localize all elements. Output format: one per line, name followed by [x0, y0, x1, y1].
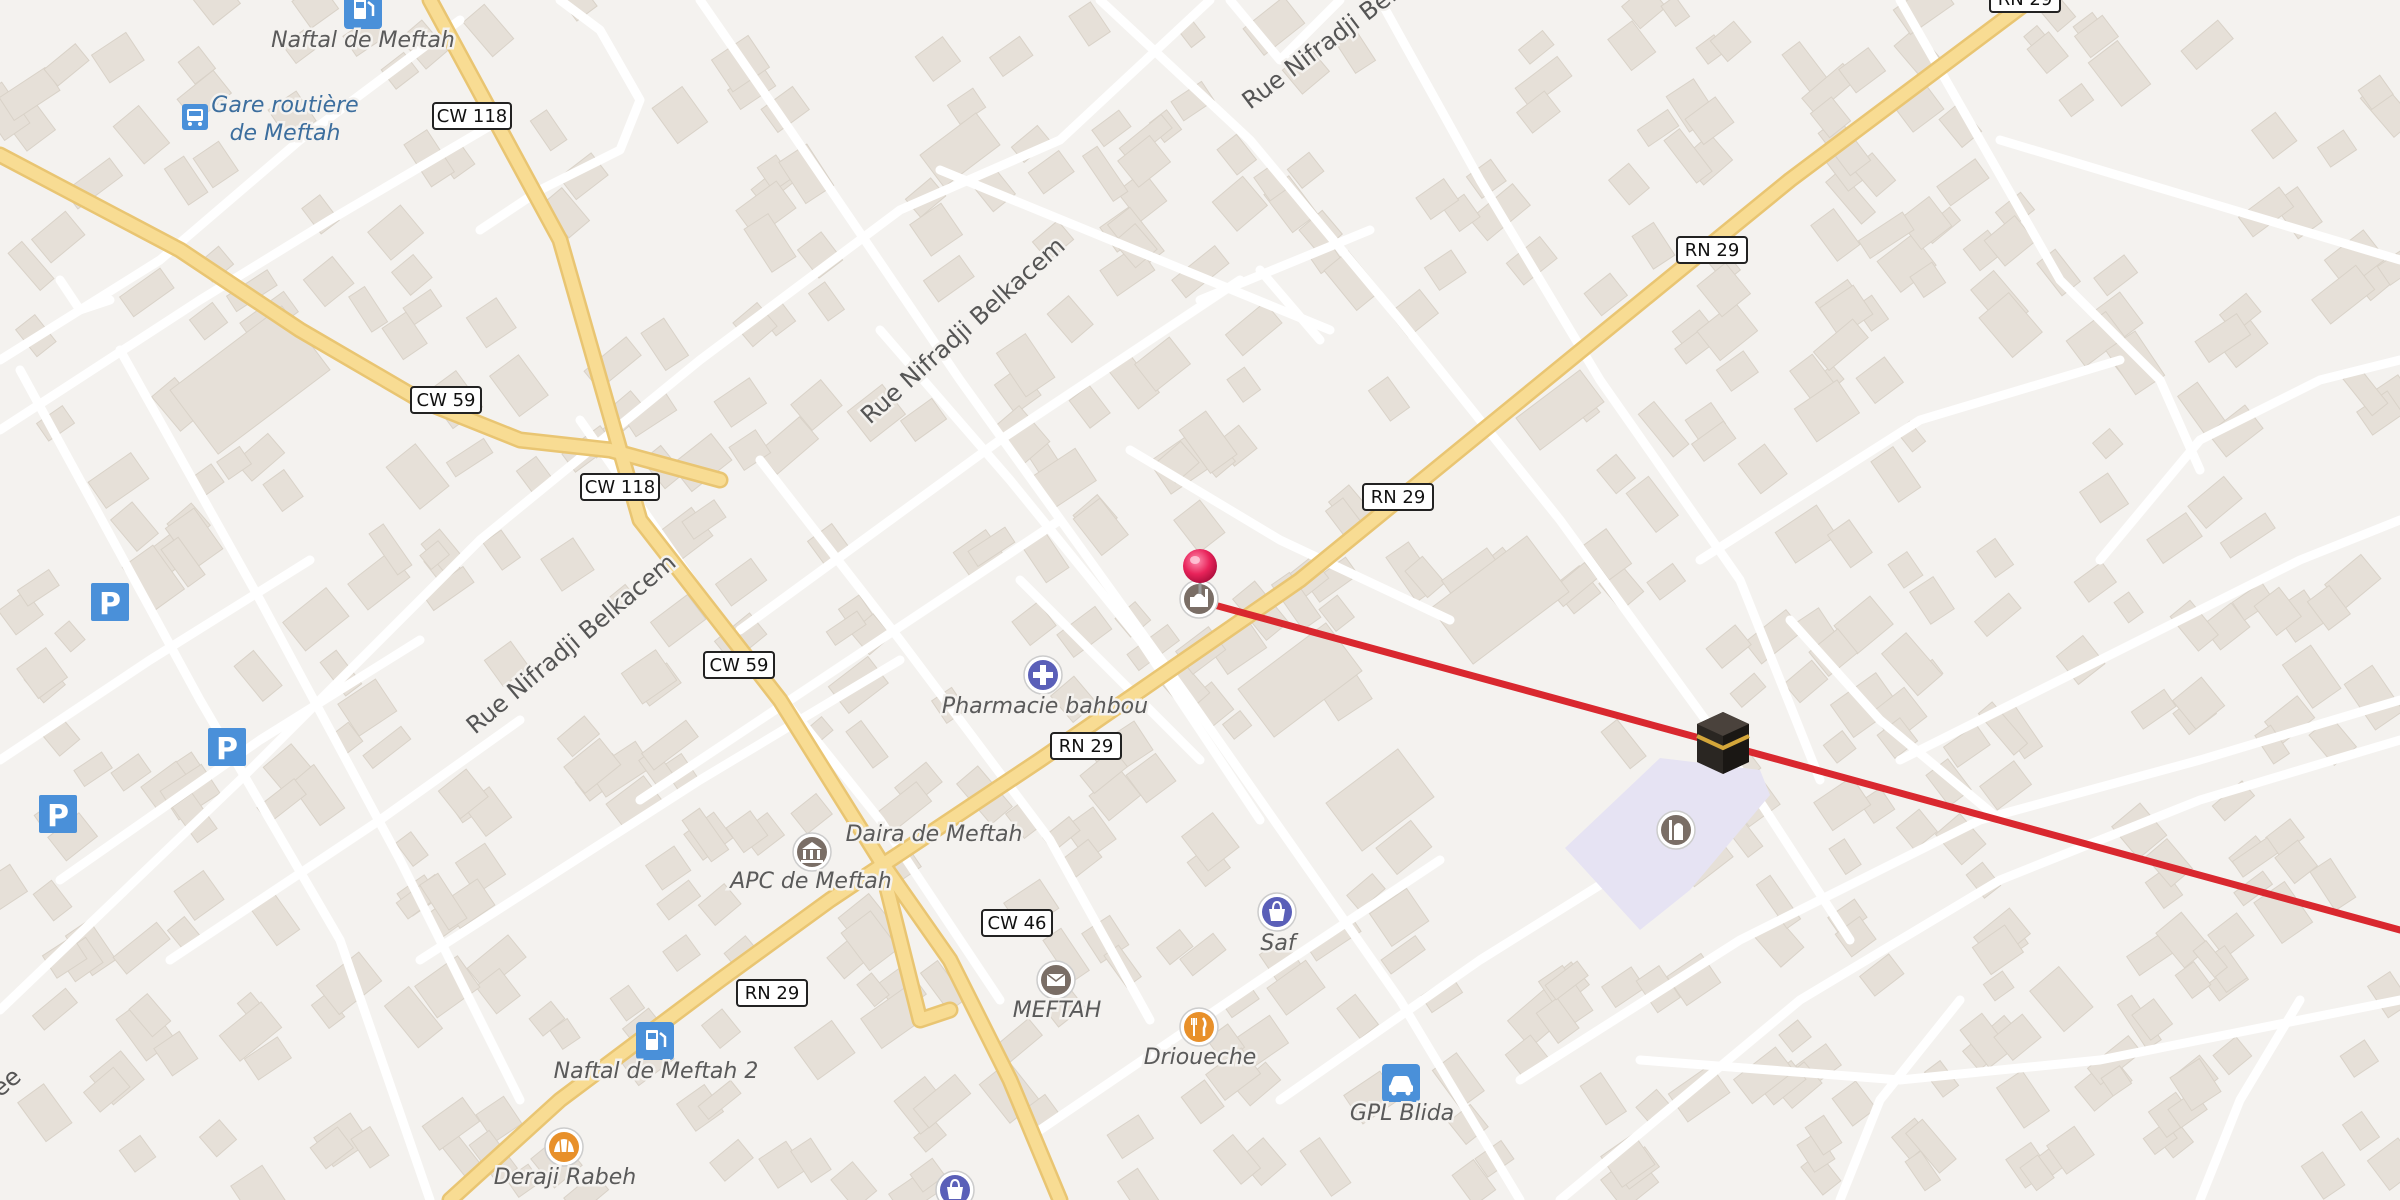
car-icon	[1382, 1064, 1420, 1102]
svg-text:RN 29: RN 29	[1685, 240, 1740, 261]
svg-text:CW 118: CW 118	[437, 106, 507, 127]
svg-text:Pharmacie bahbou: Pharmacie bahbou	[942, 694, 1148, 719]
road-shield-cw118-b: CW 118	[580, 473, 660, 501]
road-shield-rn29-top: RN 29	[1989, 0, 2061, 13]
road-shield-rn29-c: RN 29	[1050, 732, 1122, 760]
svg-text:Daira de Meftah: Daira de Meftah	[846, 822, 1023, 847]
parking-icon[interactable]: P	[91, 583, 129, 622]
mail-icon	[1036, 960, 1076, 1000]
svg-text:MEFTAH: MEFTAH	[1013, 998, 1102, 1023]
svg-text:de Meftah: de Meftah	[230, 121, 341, 146]
mosque-icon[interactable]	[1656, 810, 1696, 850]
road-shield-rn29-a: RN 29	[1676, 236, 1748, 264]
fuel-pump-icon	[344, 0, 382, 29]
svg-text:RN 29: RN 29	[745, 983, 800, 1004]
kaaba-icon[interactable]	[1696, 712, 1750, 774]
parking-icon[interactable]: P	[39, 795, 77, 834]
road-shield-rn29-b: RN 29	[1362, 483, 1434, 511]
road-shield-rn29-d: RN 29	[736, 979, 808, 1007]
road-shield-cw46: CW 46	[981, 909, 1053, 937]
svg-text:CW 118: CW 118	[585, 477, 655, 498]
svg-text:Drioueche: Drioueche	[1144, 1045, 1257, 1070]
road-shield-cw118-a: CW 118	[432, 102, 512, 130]
bakery-icon	[544, 1127, 584, 1167]
restaurant-icon	[1179, 1007, 1219, 1047]
bus-icon	[182, 104, 208, 130]
road-shield-cw59-b: CW 59	[703, 651, 775, 679]
svg-text:CW 59: CW 59	[710, 655, 769, 676]
svg-text:RN 29: RN 29	[1059, 736, 1114, 757]
shopping-bag-icon	[1257, 892, 1297, 932]
svg-text:Deraji Rabeh: Deraji Rabeh	[494, 1165, 636, 1190]
svg-text:Naftal de Meftah 2: Naftal de Meftah 2	[554, 1059, 759, 1084]
svg-text:RN 29: RN 29	[1998, 0, 2053, 10]
parking-icon[interactable]: P	[208, 728, 246, 767]
svg-text:Saf: Saf	[1260, 931, 1298, 956]
poi-daira-meftah[interactable]: Daira de Meftah	[843, 820, 1025, 850]
svg-text:RN 29: RN 29	[1371, 487, 1426, 508]
svg-text:CW 46: CW 46	[988, 913, 1047, 934]
map-canvas[interactable]: Rue Nifradji Belkacem Rue Nifradji Belka…	[0, 0, 2400, 1200]
svg-text:Naftal de Meftah: Naftal de Meftah	[271, 28, 455, 53]
svg-text:GPL Blida: GPL Blida	[1350, 1101, 1454, 1126]
townhall-icon	[792, 832, 832, 872]
svg-text:Gare routière: Gare routière	[211, 93, 358, 118]
fuel-pump-icon	[636, 1022, 674, 1060]
svg-text:P: P	[47, 799, 69, 834]
svg-text:P: P	[216, 732, 238, 767]
svg-text:APC de Meftah: APC de Meftah	[728, 869, 891, 894]
svg-text:CW 59: CW 59	[417, 390, 476, 411]
road-shield-cw59-a: CW 59	[410, 386, 482, 414]
pharmacy-icon	[1023, 655, 1063, 695]
svg-text:P: P	[99, 587, 121, 622]
